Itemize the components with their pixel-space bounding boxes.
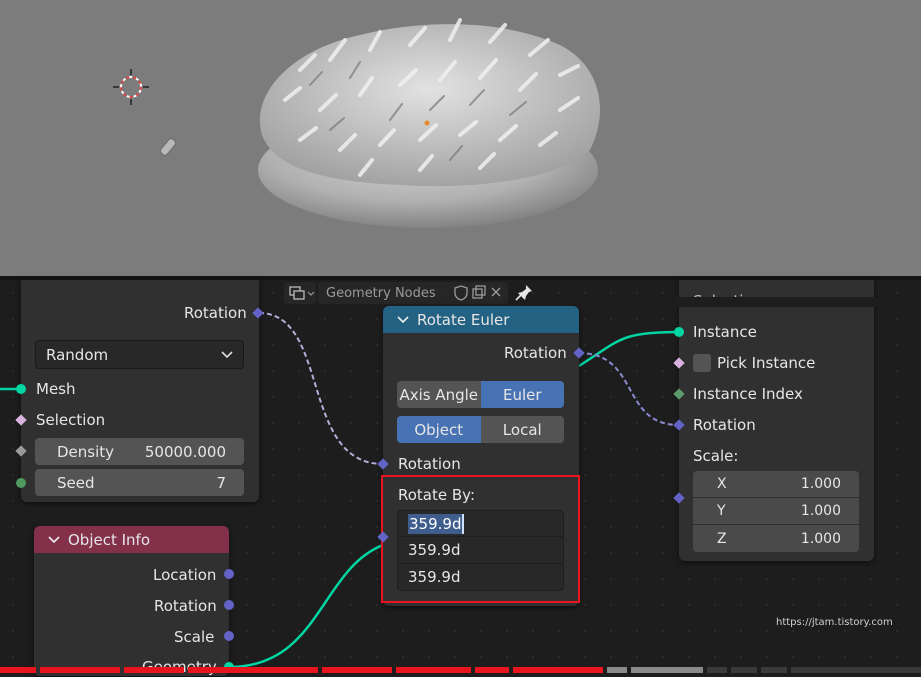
rotate-by-label: Rotate By: [398, 486, 476, 504]
collapse-chevron-icon [48, 535, 60, 543]
density-field[interactable]: Density 50000.000 [35, 438, 244, 465]
mesh-socket[interactable] [16, 384, 26, 394]
pick-instance-label: Pick Instance [717, 354, 816, 372]
distribute-mode-dropdown[interactable]: Random [35, 340, 244, 369]
timeline-strip [0, 658, 921, 673]
instance-scale-label: Scale: [693, 447, 739, 465]
object-info-title: Object Info [68, 530, 151, 549]
instances-cluster [259, 24, 600, 187]
scale-z-value: 1.000 [800, 530, 841, 547]
scale-x-value: 1.000 [800, 476, 841, 492]
seed-label: Seed [57, 473, 95, 492]
distribute-mode-value: Random [46, 345, 109, 364]
rotate-by-vector: 359.9d 359.9d 359.9d [397, 510, 564, 594]
instance-rotation-label: Rotation [693, 416, 756, 434]
rotate-by-z-value: 359.9d [408, 568, 461, 586]
object-info-location-label: Location [153, 566, 217, 584]
space-object-button[interactable]: Object [397, 416, 481, 443]
seed-value: 7 [216, 473, 226, 492]
object-info-header[interactable]: Object Info [34, 526, 229, 553]
seed-field[interactable]: Seed 7 [35, 469, 244, 496]
density-value: 50000.000 [144, 442, 226, 461]
scale-x-field[interactable]: X 1.000 [693, 471, 859, 498]
instance-socket[interactable] [674, 327, 684, 337]
seed-socket[interactable] [16, 478, 26, 488]
rotate-by-z-field[interactable]: 359.9d [397, 564, 564, 591]
scale-x-axis: X [717, 476, 727, 492]
scale-z-field[interactable]: Z 1.000 [693, 525, 859, 552]
rotate-euler-header[interactable]: Rotate Euler [383, 306, 579, 333]
space-local-button[interactable]: Local [480, 416, 564, 443]
density-label: Density [57, 442, 115, 461]
origin-point [424, 120, 430, 126]
selection-label: Selection [36, 411, 106, 429]
mesh-label: Mesh [36, 380, 76, 398]
rotate-euler-input-label: Rotation [398, 455, 461, 473]
viewport-scene [113, 18, 600, 228]
object-info-scale-label: Scale [174, 628, 215, 646]
scale-z-axis: Z [717, 530, 727, 547]
object-info-rotation-label: Rotation [154, 597, 217, 615]
rotate-by-x-value[interactable]: 359.9d [408, 513, 465, 534]
space-toggle: Object Local [397, 416, 564, 443]
3d-cursor [113, 69, 149, 105]
distribute-rotation-label: Rotation [184, 304, 247, 322]
scale-socket[interactable] [224, 631, 234, 641]
instance-index-label: Instance Index [693, 385, 803, 403]
instance-label: Instance [693, 323, 757, 341]
type-euler-button[interactable]: Euler [480, 381, 564, 408]
location-socket[interactable] [224, 569, 234, 579]
scale-y-value: 1.000 [800, 503, 841, 519]
scale-vector: X 1.000 Y 1.000 Z 1.000 [693, 471, 859, 555]
rotate-by-y-field[interactable]: 359.9d [397, 537, 564, 564]
watermark-text: https://jtam.tistory.com [776, 617, 893, 628]
collapse-chevron-icon [397, 315, 409, 323]
pick-instance-checkbox[interactable] [693, 354, 711, 372]
3d-viewport[interactable] [0, 0, 921, 277]
cylinder-object [159, 138, 177, 156]
type-toggle: Axis Angle Euler [397, 381, 564, 408]
scale-y-field[interactable]: Y 1.000 [693, 498, 859, 525]
header-overlap [675, 297, 879, 307]
type-axis-angle-button[interactable]: Axis Angle [397, 381, 481, 408]
scale-y-axis: Y [717, 503, 726, 519]
rotate-by-y-value: 359.9d [408, 541, 461, 559]
rotate-euler-output-label: Rotation [504, 344, 567, 362]
rotation-socket[interactable] [224, 600, 234, 610]
rotate-by-x-field[interactable]: 359.9d [397, 510, 564, 537]
chevron-down-icon [221, 350, 233, 358]
rotate-euler-title: Rotate Euler [417, 310, 510, 329]
